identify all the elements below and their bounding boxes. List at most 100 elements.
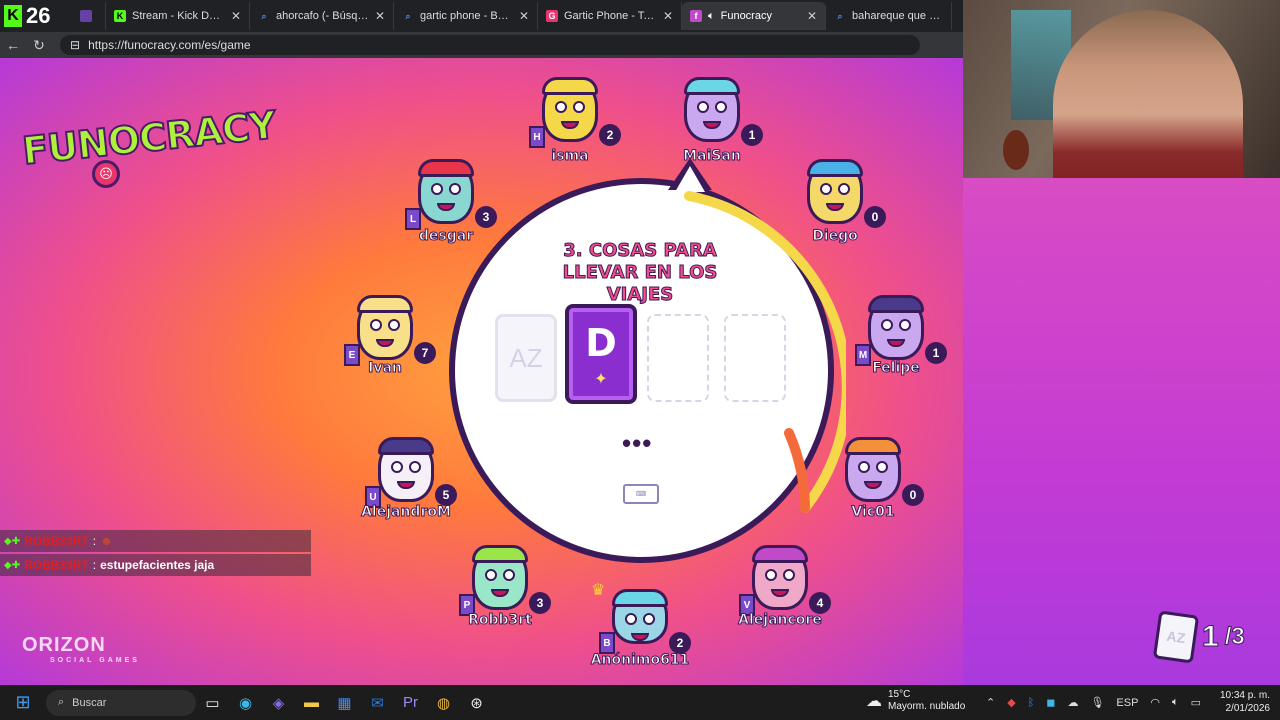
game-canvas: FUNOCRACY ☹ 3. COSAS PARA LLEVAR EN LOS …	[0, 58, 963, 685]
onedrive-icon[interactable]: ☁	[1067, 696, 1078, 709]
avatar	[612, 589, 668, 644]
copilot-icon[interactable]: ◈	[262, 694, 295, 712]
empty-card-slot	[647, 314, 709, 402]
search-icon: ⌕	[837, 10, 843, 21]
player-vic01: 0 Vic01	[818, 437, 928, 534]
player-alejancore: V 4 Alejancore	[725, 545, 835, 642]
volume-icon[interactable]: 🔈︎	[1172, 696, 1179, 709]
orizon-logo: ORIZON SOCIAL GAMES	[22, 634, 140, 664]
kick-counter: K 26	[0, 0, 72, 32]
tab-4[interactable]: GGartic Phone - Teléfono D✕	[538, 2, 682, 30]
funocracy-logo: FUNOCRACY ☹	[19, 98, 278, 188]
emote-icon: ☻	[100, 534, 113, 548]
player-felipe: M 1 Felipe	[841, 295, 951, 392]
search-icon: ⌕	[58, 696, 65, 708]
player-name: Diego	[812, 228, 859, 245]
player-diego: 0 Diego	[780, 159, 890, 256]
site-info-icon[interactable]: ⊟	[70, 38, 80, 52]
address-bar-row: ← ↻ ⊟ https://funocracy.com/es/game	[0, 32, 963, 58]
tab-2[interactable]: ⌕ahorcafo (- Búsqueda✕	[250, 2, 394, 30]
taskbar-search[interactable]: ⌕ Buscar	[46, 689, 196, 716]
weather-widget[interactable]: ☁ 15°C Mayorm. nublado	[866, 689, 965, 713]
player-score: 2	[599, 124, 621, 146]
bluetooth-icon[interactable]: ᛒ	[1028, 697, 1035, 709]
microphone-icon[interactable]: 🎙︎	[1090, 696, 1104, 709]
player-name: Vic01	[851, 504, 895, 521]
app-icon[interactable]: ◼	[1046, 696, 1055, 709]
twitch-icon	[80, 10, 92, 22]
store-icon[interactable]: ▦	[328, 694, 361, 712]
clock[interactable]: 10:34 p. m. 2/01/2026	[1210, 689, 1270, 715]
chevron-up-icon[interactable]: ⌃	[986, 696, 995, 709]
sparkle-icon: ✦	[594, 368, 608, 388]
tab-3[interactable]: ⌕gartic phone - Búsqueda✕	[394, 2, 538, 30]
avatar	[752, 545, 808, 610]
avatar	[845, 437, 901, 502]
player-name: Alejancore	[738, 612, 823, 629]
avatar	[542, 77, 598, 142]
tab-6[interactable]: ⌕bahareque que es - Búsq	[826, 2, 952, 30]
tab-5[interactable]: f 🔈︎ Funocracy ✕	[682, 2, 826, 30]
browser-tab-bar: K 26 KStream - Kick Dashboard✕ ⌕ahorcafo…	[0, 0, 963, 32]
keyboard-icon[interactable]: ⌨	[623, 484, 659, 504]
player-letter: L	[405, 208, 421, 230]
shield-icon[interactable]: ◆	[1007, 696, 1015, 709]
player-score: 3	[529, 592, 551, 614]
kick-count: 26	[26, 3, 51, 28]
system-tray: ⌃ ◆ ᛒ ◼ ☁ 🎙︎ ESP ◠ 🔈︎ ▭	[986, 685, 1201, 720]
outlook-icon[interactable]: ✉	[361, 694, 394, 712]
badge-icon: ◆✚	[4, 535, 21, 547]
streamer-webcam	[1053, 10, 1243, 178]
windows-start-icon[interactable]: ⊞	[0, 692, 46, 713]
chrome-icon[interactable]: ◍	[427, 694, 460, 712]
player-maisan: 1 MaiSan	[657, 77, 767, 174]
logo-face-icon: ☹	[92, 160, 120, 188]
url-field[interactable]: ⊟ https://funocracy.com/es/game	[60, 35, 920, 55]
wifi-icon[interactable]: ◠	[1150, 696, 1160, 709]
player-score: 5	[435, 484, 457, 506]
file-explorer-icon[interactable]: ▬	[295, 694, 328, 711]
player-score: 1	[741, 124, 763, 146]
player-name: Anónimo611	[590, 652, 690, 669]
close-icon[interactable]: ✕	[663, 9, 673, 23]
round-total: /3	[1224, 623, 1245, 651]
tab-0[interactable]	[72, 2, 106, 30]
player-name: Felipe	[872, 360, 921, 377]
question-text: 3. COSAS PARA LLEVAR EN LOS VIAJES	[562, 240, 718, 306]
player-name: Robb3rt	[468, 612, 533, 629]
chat-message: ◆✚ ROBB33RT : ☻	[0, 530, 311, 552]
speaker-icon[interactable]: 🔈︎	[708, 10, 715, 23]
game-canvas-right	[963, 178, 1280, 685]
language-indicator[interactable]: ESP	[1116, 697, 1138, 709]
close-icon[interactable]: ✕	[807, 9, 817, 23]
round-indicator: AZ 1/3	[1152, 610, 1245, 664]
letter-card: D ✦	[565, 304, 637, 404]
empty-card-slot	[724, 314, 786, 402]
player-anonimo611: ♛ B 2 Anónimo611	[585, 582, 695, 685]
url-text: https://funocracy.com/es/game	[88, 38, 251, 52]
tab-1[interactable]: KStream - Kick Dashboard✕	[106, 2, 250, 30]
close-icon[interactable]: ✕	[231, 9, 241, 23]
player-robb3rt: P 3 Robb3rt	[445, 545, 555, 642]
avatar	[378, 437, 434, 502]
webcam-overlay	[963, 0, 1280, 178]
player-name: AlejandroM	[361, 504, 452, 521]
search-icon: ⌕	[405, 10, 411, 21]
player-letter: H	[529, 126, 545, 148]
task-view-icon[interactable]: ▭	[196, 694, 229, 712]
battery-icon[interactable]: ▭	[1191, 696, 1201, 709]
gartic-icon: G	[546, 10, 558, 22]
player-score: 0	[864, 206, 886, 228]
premiere-icon[interactable]: Pr	[394, 694, 427, 711]
player-score: 2	[669, 632, 691, 654]
funocracy-icon: f	[690, 10, 702, 22]
edge-icon[interactable]: ◉	[229, 694, 262, 712]
crown-icon: ♛	[591, 582, 606, 599]
close-icon[interactable]: ✕	[375, 9, 385, 23]
back-icon[interactable]: ←	[0, 37, 26, 53]
reload-icon[interactable]: ↻	[26, 37, 52, 54]
close-icon[interactable]: ✕	[519, 9, 529, 23]
player-name: Ivan	[368, 360, 403, 377]
obs-icon[interactable]: ⊛	[460, 694, 493, 712]
taskbar: ⊞ ⌕ Buscar ▭ ◉ ◈ ▬ ▦ ✉ Pr ◍ ⊛ ☁ 15°C Mayo…	[0, 685, 1280, 720]
